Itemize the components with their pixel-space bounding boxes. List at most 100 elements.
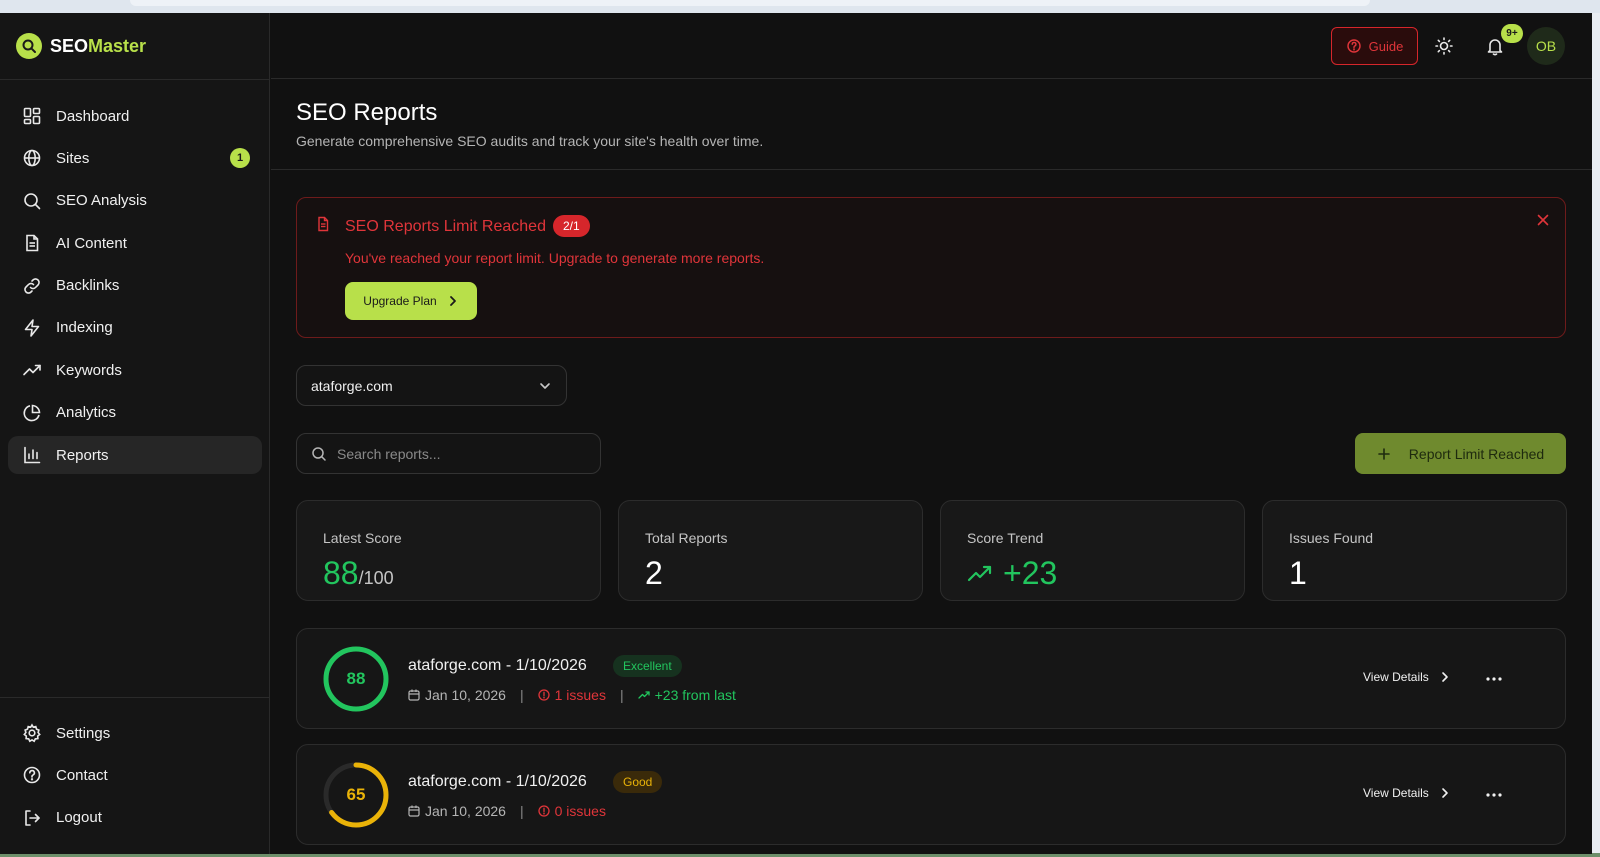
sidebar-item-ai-content[interactable]: AI Content bbox=[8, 224, 262, 262]
alert-message: You've reached your report limit. Upgrad… bbox=[345, 250, 765, 266]
avatar[interactable]: OB bbox=[1527, 27, 1565, 65]
meta-separator: | bbox=[519, 687, 524, 703]
sidebar-item-label: Contact bbox=[56, 766, 108, 784]
upgrade-button-label: Upgrade Plan bbox=[363, 294, 437, 308]
meta-separator: | bbox=[519, 803, 524, 819]
alert-title: SEO Reports Limit Reached bbox=[345, 218, 546, 235]
stat-value: 88/100 bbox=[323, 555, 394, 592]
gear-icon bbox=[23, 723, 41, 743]
report-limit-button[interactable]: Report Limit Reached bbox=[1355, 433, 1566, 474]
score-trend-value: +23 bbox=[1003, 555, 1058, 591]
stat-label: Total Reports bbox=[645, 530, 728, 546]
document-icon bbox=[318, 216, 329, 232]
trend-up-icon bbox=[967, 565, 992, 581]
sidebar-item-logout[interactable]: Logout bbox=[8, 799, 262, 837]
issues-count: 0 issues bbox=[537, 803, 606, 819]
top-header: Guide 9+ OB bbox=[271, 13, 1592, 79]
close-icon[interactable] bbox=[1535, 212, 1551, 228]
more-options-icon[interactable] bbox=[1483, 785, 1505, 805]
view-details-label: View Details bbox=[1363, 786, 1429, 800]
report-meta: Jan 10, 2026 | 1 issues | +23 from last bbox=[408, 687, 736, 703]
pie-chart-icon bbox=[23, 404, 41, 422]
latest-score-value: 88 bbox=[323, 555, 359, 591]
report-title: ataforge.com - 1/10/2026 bbox=[408, 773, 587, 790]
logo-text-accent: Master bbox=[88, 35, 147, 56]
app-window: SEOMaster Dashboard Sites 1 SEO Analysis… bbox=[0, 13, 1592, 854]
stat-card-latest-score: Latest Score 88/100 bbox=[296, 500, 601, 601]
guide-button[interactable]: Guide bbox=[1331, 27, 1418, 65]
report-row[interactable]: 65 ataforge.com - 1/10/2026 Good Jan 10,… bbox=[296, 744, 1566, 845]
view-details-button[interactable]: View Details bbox=[1363, 670, 1451, 684]
bar-chart-icon bbox=[24, 446, 41, 464]
report-meta: Jan 10, 2026 | 0 issues bbox=[408, 803, 606, 819]
sidebar-item-backlinks[interactable]: Backlinks bbox=[8, 267, 262, 305]
report-limit-label: Report Limit Reached bbox=[1408, 445, 1545, 462]
upgrade-plan-button[interactable]: Upgrade Plan bbox=[345, 282, 477, 320]
sun-icon bbox=[1435, 37, 1453, 55]
sidebar-item-label: Sites bbox=[56, 149, 90, 167]
sidebar: SEOMaster Dashboard Sites 1 SEO Analysis… bbox=[0, 13, 270, 854]
sidebar-item-keywords[interactable]: Keywords bbox=[8, 351, 262, 389]
trend-up-icon bbox=[637, 691, 650, 699]
sidebar-bottom-nav: Settings Contact Logout bbox=[8, 714, 262, 841]
report-title: ataforge.com - 1/10/2026 bbox=[408, 657, 587, 674]
guide-button-label: Guide bbox=[1368, 38, 1404, 54]
sidebar-item-label: SEO Analysis bbox=[56, 192, 147, 210]
stat-card-issues-found: Issues Found 1 bbox=[1262, 500, 1567, 601]
issues-count: 1 issues bbox=[537, 687, 606, 703]
view-details-label: View Details bbox=[1363, 670, 1429, 684]
chevron-right-icon bbox=[449, 296, 456, 306]
lightning-icon bbox=[24, 319, 40, 337]
sidebar-item-label: Reports bbox=[56, 446, 109, 464]
sidebar-item-dashboard[interactable]: Dashboard bbox=[8, 97, 262, 135]
sidebar-item-label: Keywords bbox=[56, 361, 122, 379]
help-icon bbox=[1346, 39, 1361, 53]
globe-icon bbox=[23, 150, 41, 167]
sidebar-item-reports[interactable]: Reports bbox=[8, 436, 262, 475]
browser-top-strip bbox=[0, 0, 1600, 14]
status-badge: Excellent bbox=[613, 655, 682, 677]
site-select-value: ataforge.com bbox=[311, 377, 393, 394]
sidebar-item-label: Logout bbox=[56, 809, 102, 827]
sidebar-item-settings[interactable]: Settings bbox=[8, 714, 262, 752]
stat-value: 1 bbox=[1289, 555, 1307, 591]
issues-count-text: 1 issues bbox=[554, 687, 606, 703]
sidebar-item-label: Analytics bbox=[56, 404, 117, 422]
score-change-text: +23 from last bbox=[654, 687, 736, 703]
sidebar-item-sites[interactable]: Sites 1 bbox=[8, 139, 262, 177]
more-options-icon[interactable] bbox=[1483, 669, 1505, 689]
search-icon bbox=[312, 446, 326, 461]
search-icon bbox=[24, 192, 41, 210]
chevron-right-icon bbox=[1442, 788, 1448, 798]
stat-card-score-trend: Score Trend +23 bbox=[940, 500, 1245, 601]
report-row[interactable]: 88 ataforge.com - 1/10/2026 Excellent Ja… bbox=[296, 628, 1566, 729]
sidebar-item-analytics[interactable]: Analytics bbox=[8, 394, 262, 432]
search-input[interactable]: Search reports... bbox=[296, 433, 601, 474]
report-date: Jan 10, 2026 bbox=[425, 687, 506, 703]
view-details-button[interactable]: View Details bbox=[1363, 786, 1451, 800]
sidebar-item-contact[interactable]: Contact bbox=[8, 756, 262, 794]
calendar-icon bbox=[408, 689, 420, 701]
calendar-icon bbox=[408, 805, 420, 817]
report-score: 88 bbox=[346, 669, 366, 688]
latest-score-suffix: /100 bbox=[358, 568, 394, 588]
logo-text-primary: SEO bbox=[50, 35, 89, 56]
logo[interactable]: SEOMaster bbox=[16, 33, 146, 59]
theme-toggle-button[interactable] bbox=[1433, 35, 1455, 57]
dashboard-icon bbox=[23, 107, 41, 125]
sidebar-item-label: Dashboard bbox=[56, 107, 130, 125]
page-title: SEO Reports bbox=[296, 99, 438, 126]
sites-count-badge: 1 bbox=[230, 148, 250, 169]
logout-icon bbox=[25, 809, 40, 826]
logo-text: SEOMaster bbox=[50, 36, 146, 57]
meta-separator: | bbox=[619, 687, 624, 703]
stat-card-total-reports: Total Reports 2 bbox=[618, 500, 923, 601]
alert-circle-icon bbox=[537, 689, 550, 701]
site-select[interactable]: ataforge.com bbox=[296, 365, 567, 406]
stat-label: Latest Score bbox=[323, 530, 402, 546]
sidebar-divider bbox=[0, 79, 270, 80]
sidebar-item-label: Settings bbox=[56, 724, 111, 742]
sidebar-item-seo-analysis[interactable]: SEO Analysis bbox=[8, 182, 262, 220]
score-change: +23 from last bbox=[637, 687, 736, 703]
sidebar-item-indexing[interactable]: Indexing bbox=[8, 309, 262, 347]
